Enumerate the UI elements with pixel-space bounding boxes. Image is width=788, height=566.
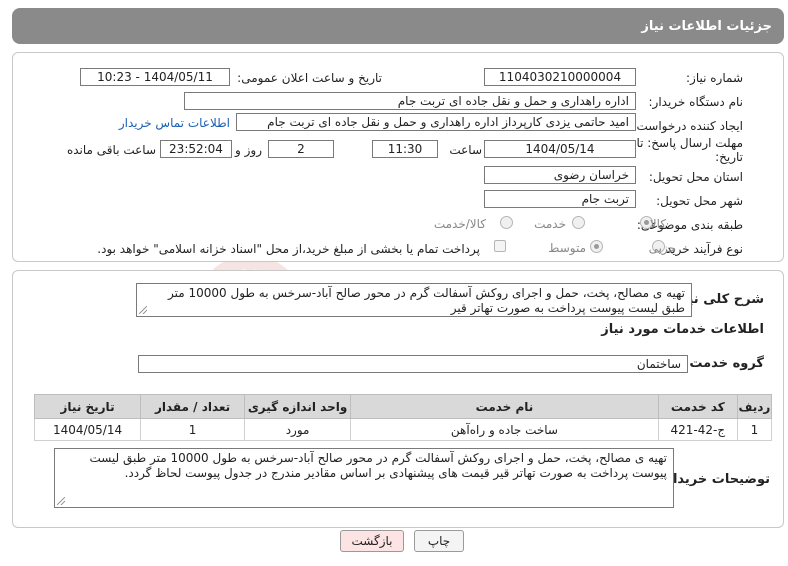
deadline-date-field: 1404/05/14: [484, 140, 636, 158]
cell-qty: 1: [140, 418, 246, 441]
deadline-time-field: 11:30: [372, 140, 438, 158]
creator-field: امید حاتمی یزدی کارپرداز اداره راهداری و…: [236, 113, 636, 131]
remaining-time-field: 23:52:04: [160, 140, 232, 158]
days-label: روز و: [235, 143, 262, 157]
service-group-label: گروه خدمت:: [684, 356, 764, 371]
buyer-notes-text: تهیه ی مصالح، پخت، حمل و اجرای روکش آسفا…: [89, 451, 667, 480]
col-date-header: تاریخ نیاز: [33, 394, 142, 419]
resize-grip-icon[interactable]: [57, 497, 65, 505]
payment-note: پرداخت تمام یا بخشی از مبلغ خرید،از محل …: [97, 242, 480, 256]
need-number-field: 1104030210000004: [484, 68, 636, 86]
back-button[interactable]: بازگشت: [340, 530, 404, 552]
services-table: ردیف کد خدمت نام خدمت واحد اندازه گیری ت…: [33, 394, 773, 441]
buyer-notes-label: توضیحات خریدار:: [660, 472, 770, 487]
cell-code: ج-42-421: [657, 418, 738, 441]
table-row: 1 ج-42-421 ساخت جاده و راه‌آهن مورد 1 14…: [33, 418, 773, 441]
cell-name: ساخت جاده و راه‌آهن: [350, 418, 659, 441]
deadline-label-date: تاریخ:: [715, 150, 743, 164]
buyer-contact-link[interactable]: اطلاعات تماس خریدار: [119, 116, 230, 130]
category-goods-label: کالا: [649, 217, 666, 231]
category-goods-service-label: کالا/خدمت: [433, 217, 486, 231]
treasury-payment-checkbox[interactable]: [494, 240, 506, 252]
table-header-row: ردیف کد خدمت نام خدمت واحد اندازه گیری ت…: [33, 394, 773, 419]
service-group-field: ساختمان: [138, 355, 688, 373]
print-button[interactable]: چاپ: [414, 530, 464, 552]
col-row-header: ردیف: [736, 394, 773, 419]
cell-unit: مورد: [244, 418, 352, 441]
creator-label: ایجاد کننده درخواست:: [632, 119, 743, 133]
buyer-notes-textarea[interactable]: تهیه ی مصالح، پخت، حمل و اجرای روکش آسفا…: [54, 448, 674, 508]
services-section-title: اطلاعات خدمات مورد نیاز: [601, 322, 764, 337]
purchase-medium-label: متوسط: [548, 241, 586, 255]
summary-textarea[interactable]: تهیه ی مصالح، پخت، حمل و اجرای روکش آسفا…: [136, 283, 692, 317]
category-service-label: خدمت: [534, 217, 566, 231]
days-field: 2: [268, 140, 334, 158]
resize-grip-icon[interactable]: [139, 306, 147, 314]
col-code-header: کد خدمت: [657, 394, 738, 419]
remaining-label: ساعت باقی مانده: [66, 143, 156, 157]
province-field: خراسان رضوی: [484, 166, 636, 184]
buyer-org-label: نام دستگاه خریدار:: [648, 95, 744, 109]
category-goods-service-radio[interactable]: [500, 216, 513, 229]
buyer-org-field: اداره راهداری و حمل و نقل جاده ای تربت ج…: [184, 92, 636, 110]
announce-label: تاریخ و ساعت اعلان عمومی:: [237, 71, 382, 85]
deadline-label: مهلت ارسال پاسخ: تا: [636, 136, 743, 150]
announce-field: 1404/05/11 - 10:23: [80, 68, 230, 86]
purchase-medium-radio[interactable]: [590, 240, 603, 253]
city-field: تربت جام: [484, 190, 636, 208]
deadline-time-label: ساعت: [449, 143, 482, 157]
city-label: شهر محل تحویل:: [656, 194, 743, 208]
need-number-label: شماره نیاز:: [686, 71, 743, 85]
col-unit-header: واحد اندازه گیری: [244, 394, 352, 419]
col-qty-header: تعداد / مقدار: [140, 394, 246, 419]
page-header: جزئیات اطلاعات نیاز: [12, 8, 784, 44]
province-label: استان محل تحویل:: [648, 170, 743, 184]
purchase-minor-label: جزیی: [648, 241, 676, 255]
col-name-header: نام خدمت: [350, 394, 659, 419]
page-title: جزئیات اطلاعات نیاز: [641, 18, 772, 34]
cell-row: 1: [736, 418, 773, 441]
category-service-radio[interactable]: [572, 216, 585, 229]
summary-text: تهیه ی مصالح، پخت، حمل و اجرای روکش آسفا…: [168, 286, 685, 315]
cell-date: 1404/05/14: [33, 418, 142, 441]
